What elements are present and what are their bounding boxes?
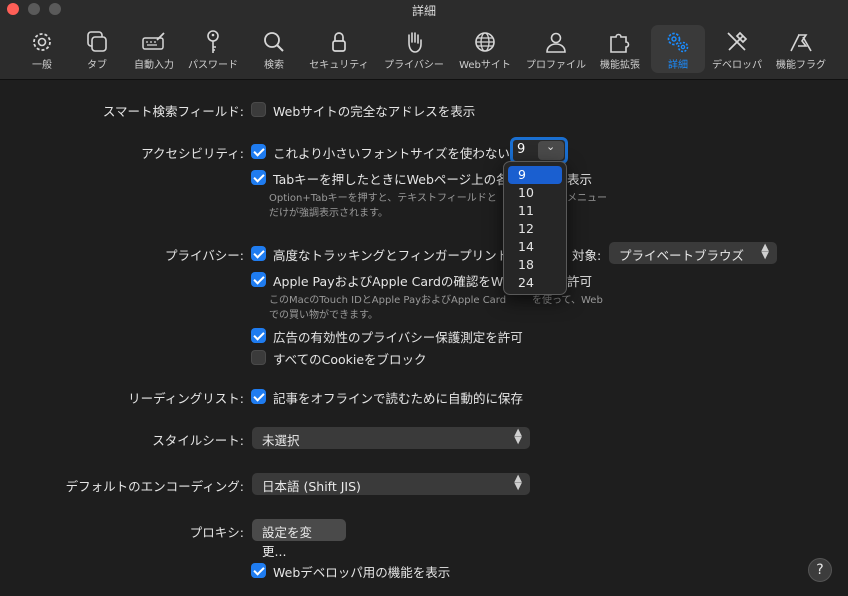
puzzle-piece-icon [607, 29, 633, 55]
tab-extensions-label: 機能拡張 [600, 60, 640, 71]
tab-highlight-help-1: Option+Tabキーを押すと、テキストフィールドと [269, 193, 497, 204]
font-size-option[interactable]: 11 [504, 202, 566, 220]
tab-profiles[interactable]: プロファイル [526, 25, 586, 73]
min-font-size-dropdown-button[interactable]: ⌄ [538, 140, 564, 160]
show-full-address-label: Webサイトの完全なアドレスを表示 [273, 104, 476, 119]
reading-list-checkbox[interactable] [251, 389, 266, 404]
gear-icon [29, 29, 55, 55]
tab-websites-label: Webサイト [459, 60, 511, 71]
min-font-size-combobox[interactable]: 9 ⌄ [510, 137, 568, 164]
tracking-target-label: 対象: [572, 248, 602, 263]
apple-pay-checkbox[interactable] [251, 272, 266, 287]
reading-list-label: リーディングリスト: [128, 391, 244, 406]
tab-developer-label: デベロッパ [712, 60, 762, 71]
tab-passwords[interactable]: パスワード [183, 25, 243, 73]
developer-features-checkbox[interactable] [251, 563, 266, 578]
tab-tabs-label: タブ [87, 60, 107, 71]
popup-arrows-icon: ▲ ▼ [761, 242, 769, 261]
min-font-size-label: これより小さいフォントサイズを使わない: [273, 146, 515, 161]
ad-measurement-label: 広告の有効性のプライバシー保護測定を許可 [273, 330, 523, 345]
help-button[interactable]: ? [808, 558, 832, 582]
encoding-label: デフォルトのエンコーディング: [65, 479, 244, 494]
stylesheet-value: 未選択 [262, 433, 300, 448]
tab-developer[interactable]: デベロッパ [707, 25, 767, 73]
tab-feature-flags-label: 機能フラグ [776, 60, 826, 71]
font-size-option[interactable]: 12 [504, 220, 566, 238]
encoding-popup[interactable]: 日本語 (Shift JIS) ▲ ▼ [252, 473, 530, 495]
tab-tabs[interactable]: タブ [67, 25, 127, 73]
font-size-menu: 9 10 11 12 14 18 24 [503, 161, 567, 295]
tab-security[interactable]: セキュリティ [309, 25, 369, 73]
proxy-label: プロキシ: [189, 525, 244, 540]
tab-highlight-help-2: だけが強調表示されます。 [269, 208, 388, 219]
keyboard-pencil-icon [141, 29, 167, 55]
tab-highlight-help-1-tail: メニュー [567, 193, 607, 204]
change-proxy-settings-button[interactable]: 設定を変更... [252, 519, 346, 559]
tab-advanced[interactable]: 詳細 [651, 25, 705, 73]
stylesheet-label: スタイルシート: [152, 433, 244, 448]
tracking-target-value: プライベートブラウズ [619, 248, 745, 263]
gears-icon [665, 29, 691, 55]
smart-search-label: スマート検索フィールド: [102, 104, 244, 119]
advanced-tracking-checkbox[interactable] [251, 246, 266, 261]
tab-highlight-label: Tabキーを押したときにWebページ上の各 [273, 172, 509, 187]
tab-autofill[interactable]: 自動入力 [124, 25, 184, 73]
min-font-size-checkbox[interactable] [251, 144, 266, 159]
key-icon [200, 29, 226, 55]
tab-highlight-label-tail: 表示 [567, 172, 593, 187]
flags-icon [788, 29, 814, 55]
tabs-icon [84, 29, 110, 55]
tab-feature-flags[interactable]: 機能フラグ [771, 25, 831, 73]
advanced-tracking-label: 高度なトラッキングとフィンガープリント [273, 248, 510, 263]
lock-icon [326, 29, 352, 55]
tracking-target-popup[interactable]: プライベートブラウズ ▲ ▼ [609, 242, 777, 264]
apple-pay-help-1: このMacのTouch IDとApple PayおよびApple Card [269, 295, 507, 306]
font-size-option[interactable]: 10 [504, 184, 566, 202]
popup-arrows-icon: ▲ ▼ [514, 427, 522, 446]
font-size-option[interactable]: 24 [504, 274, 566, 292]
tab-privacy-label: プライバシー [384, 60, 444, 71]
tab-advanced-label: 詳細 [668, 60, 688, 71]
tab-privacy[interactable]: プライバシー [384, 25, 444, 73]
tab-websites[interactable]: Webサイト [455, 25, 515, 73]
popup-arrows-icon: ▲ ▼ [514, 473, 522, 492]
reading-list-option: 記事をオフラインで読むために自動的に保存 [273, 391, 524, 406]
font-size-option[interactable]: 14 [504, 238, 566, 256]
chevron-down-icon: ⌄ [546, 140, 556, 153]
tab-autofill-label: 自動入力 [134, 60, 174, 71]
hand-icon [401, 29, 427, 55]
encoding-value: 日本語 (Shift JIS) [262, 479, 361, 494]
font-size-option[interactable]: 18 [504, 256, 566, 274]
accessibility-label: アクセシビリティ: [141, 146, 244, 161]
tab-passwords-label: パスワード [188, 60, 238, 71]
block-cookies-checkbox[interactable] [251, 350, 266, 365]
font-size-option[interactable]: 9 [508, 166, 562, 184]
apple-pay-help-2: での買い物ができます。 [269, 310, 378, 321]
tab-extensions[interactable]: 機能拡張 [590, 25, 650, 73]
window-toolbar: 詳細 一般 タブ 自動入力 パスワード 検索 セキュリティ プライバシー Web… [0, 0, 848, 80]
developer-features-label: Webデベロッパ用の機能を表示 [273, 565, 451, 580]
block-cookies-label: すべてのCookieをブロック [273, 352, 427, 367]
globe-icon [472, 29, 498, 55]
apple-pay-label: Apple PayおよびApple Cardの確認をW [273, 274, 504, 289]
apple-pay-help-1-tail: を使って、Web [532, 295, 603, 306]
person-icon [543, 29, 569, 55]
tab-search-label: 検索 [264, 60, 284, 71]
tab-profiles-label: プロファイル [526, 60, 586, 71]
search-icon [261, 29, 287, 55]
min-font-size-value[interactable]: 9 [517, 142, 525, 157]
tab-search[interactable]: 検索 [244, 25, 304, 73]
ad-measurement-checkbox[interactable] [251, 328, 266, 343]
tab-general[interactable]: 一般 [12, 25, 72, 73]
window-title: 詳細 [411, 4, 436, 18]
privacy-label: プライバシー: [165, 248, 244, 263]
apple-pay-label-tail: 許可 [567, 274, 593, 289]
stylesheet-popup[interactable]: 未選択 ▲ ▼ [252, 427, 530, 449]
tools-icon [724, 29, 750, 55]
tab-highlight-checkbox[interactable] [251, 170, 266, 185]
tab-general-label: 一般 [32, 60, 52, 71]
tab-security-label: セキュリティ [309, 60, 369, 71]
show-full-address-checkbox[interactable] [251, 102, 266, 117]
